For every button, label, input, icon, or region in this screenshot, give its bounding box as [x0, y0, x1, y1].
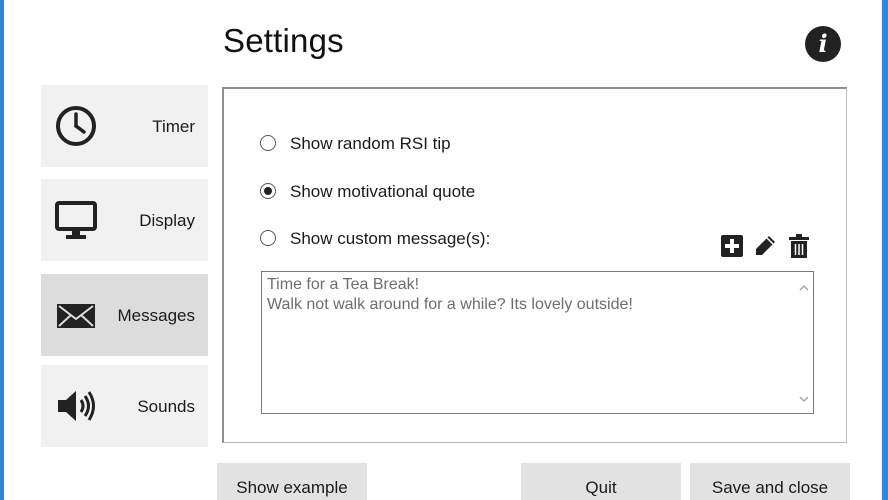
envelope-icon: [57, 304, 95, 328]
sidebar-item-label: Display: [139, 211, 195, 230]
monitor-icon: [55, 201, 97, 239]
info-icon[interactable]: i: [805, 26, 841, 62]
messages-list: Time for a Tea Break! Walk not walk arou…: [267, 275, 633, 315]
custom-messages-textarea[interactable]: Time for a Tea Break! Walk not walk arou…: [261, 271, 814, 414]
show-example-button[interactable]: Show example: [217, 463, 367, 500]
sidebar-item-messages[interactable]: Messages: [41, 274, 208, 356]
scroll-up-icon[interactable]: [799, 284, 809, 292]
quit-button[interactable]: Quit: [521, 463, 681, 500]
pencil-icon[interactable]: [753, 234, 777, 258]
sidebar-item-timer[interactable]: Timer: [41, 85, 208, 167]
radio-label: Show custom message(s):: [290, 229, 491, 248]
sidebar-item-display[interactable]: Display: [41, 179, 208, 261]
radio-button[interactable]: [260, 183, 276, 199]
message-line: Walk not walk around for a while? Its lo…: [267, 296, 633, 313]
sidebar-item-label: Messages: [117, 306, 195, 325]
speaker-icon: [58, 391, 95, 421]
message-line: Time for a Tea Break!: [267, 276, 420, 293]
window-frame-left: [0, 0, 4, 500]
sidebar-item-sounds[interactable]: Sounds: [41, 365, 208, 447]
radio-label: Show random RSI tip: [290, 134, 451, 153]
save-and-close-button[interactable]: Save and close: [690, 463, 850, 500]
radio-label: Show motivational quote: [290, 182, 476, 201]
sidebar-item-label: Sounds: [137, 397, 195, 416]
page-title: Settings: [223, 22, 344, 59]
sidebar-item-label: Timer: [152, 117, 195, 136]
radio-button[interactable]: [260, 230, 276, 246]
clock-icon: [56, 106, 96, 146]
window-frame-right: [882, 0, 888, 500]
radio-button[interactable]: [260, 135, 276, 151]
add-icon[interactable]: [720, 234, 744, 258]
scroll-down-icon[interactable]: [799, 395, 809, 403]
scrollbar[interactable]: [795, 272, 813, 413]
trash-icon[interactable]: [787, 234, 811, 258]
